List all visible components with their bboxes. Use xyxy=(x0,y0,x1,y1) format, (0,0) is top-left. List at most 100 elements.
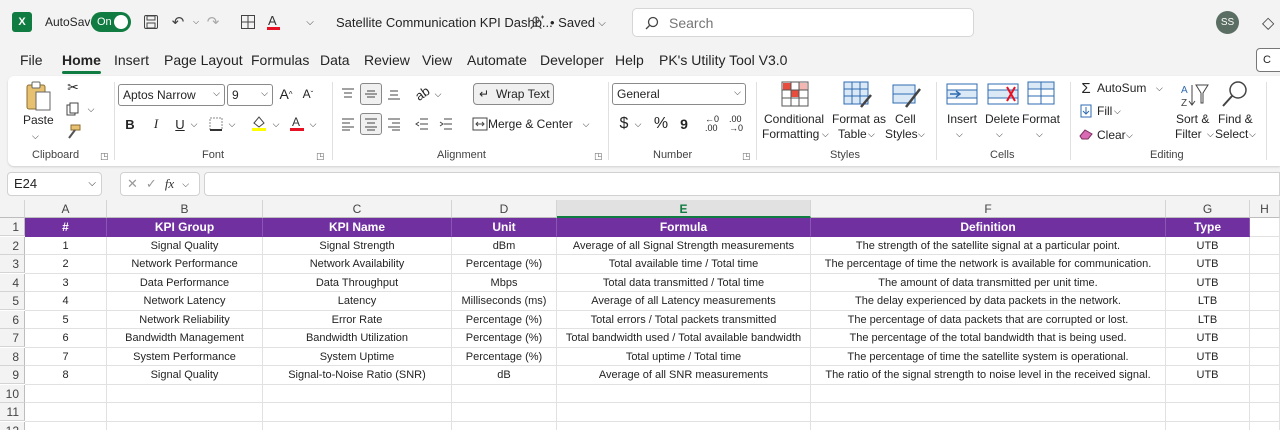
tab-page-layout[interactable]: Page Layout xyxy=(164,52,243,68)
number-launcher-icon[interactable]: ◳ xyxy=(742,151,751,162)
align-top-icon[interactable] xyxy=(338,84,358,104)
enter-check-icon[interactable]: ✓ xyxy=(146,176,157,192)
font-name-dropdown[interactable]: Aptos Narrow ⌵ xyxy=(118,84,225,106)
cell-styles-dropdown-icon[interactable]: ⌵ xyxy=(918,127,925,142)
table-cell[interactable]: LTB xyxy=(1166,310,1250,329)
increase-font-icon[interactable]: A ^ xyxy=(276,84,296,104)
cell-styles-label-2[interactable]: Styles xyxy=(885,127,918,142)
fill-dropdown-icon[interactable]: ⌵ xyxy=(1114,104,1121,119)
table-cell[interactable] xyxy=(452,384,557,403)
tab-help[interactable]: Help xyxy=(615,52,644,68)
decrease-font-icon[interactable]: Aˇ xyxy=(298,84,318,104)
tab-file[interactable]: File xyxy=(20,52,43,68)
customize-toolbar-icon[interactable]: ⌵ xyxy=(300,12,320,32)
table-header-cell[interactable]: Formula xyxy=(557,218,811,237)
column-header-b[interactable]: B xyxy=(107,200,263,218)
table-cell[interactable] xyxy=(263,403,452,422)
decrease-decimal-icon[interactable]: .00 →0 xyxy=(726,114,746,134)
table-cell[interactable]: The percentage of time the network is av… xyxy=(811,255,1166,274)
table-cell[interactable]: Total errors / Total packets transmitted xyxy=(557,310,811,329)
column-header-d[interactable]: D xyxy=(452,200,557,218)
find-select-dropdown-icon[interactable]: ⌵ xyxy=(1249,127,1256,142)
row-header-2[interactable]: 2 xyxy=(0,236,25,255)
table-cell[interactable]: Network Availability xyxy=(263,255,452,274)
number-format-dropdown[interactable]: General ⌵ xyxy=(612,83,746,105)
table-cell[interactable] xyxy=(263,384,452,403)
table-cell[interactable]: The delay experienced by data packets in… xyxy=(811,292,1166,311)
borders-icon[interactable] xyxy=(238,12,258,32)
table-cell[interactable]: UTB xyxy=(1166,329,1250,348)
conditional-formatting-label-2[interactable]: Formatting xyxy=(762,127,819,142)
delete-cells-icon[interactable] xyxy=(987,81,1019,111)
increase-indent-icon[interactable] xyxy=(436,114,456,134)
table-header-cell[interactable]: Definition xyxy=(811,218,1166,237)
search-input[interactable] xyxy=(669,14,949,31)
row-header-7[interactable]: 7 xyxy=(0,329,25,347)
align-middle-icon[interactable] xyxy=(360,83,382,105)
row-header-3[interactable]: 3 xyxy=(0,255,25,273)
premium-diamond-icon[interactable]: ◇ xyxy=(1262,13,1274,33)
borders-dropdown-icon[interactable]: ⌵ xyxy=(226,114,238,134)
table-cell[interactable]: Signal Strength xyxy=(263,236,452,255)
delete-dropdown-icon[interactable]: ⌵ xyxy=(996,127,1003,142)
table-cell[interactable]: Average of all SNR measurements xyxy=(557,366,811,385)
decrease-indent-icon[interactable] xyxy=(412,114,432,134)
table-cell[interactable]: The ratio of the signal strength to nois… xyxy=(811,366,1166,385)
borders-icon[interactable] xyxy=(206,114,226,134)
sort-filter-label[interactable]: Sort & xyxy=(1176,112,1209,127)
cell-styles-label[interactable]: Cell xyxy=(895,112,916,127)
conditional-formatting-icon[interactable] xyxy=(781,81,811,111)
insert-cells-icon[interactable] xyxy=(946,81,978,111)
table-cell[interactable]: Signal-to-Noise Ratio (SNR) xyxy=(263,366,452,385)
table-cell[interactable]: 6 xyxy=(25,329,107,348)
table-cell[interactable] xyxy=(1166,421,1250,430)
table-cell[interactable] xyxy=(1250,403,1280,422)
column-header-h[interactable]: H xyxy=(1250,200,1280,218)
delete-cells-label[interactable]: Delete xyxy=(985,112,1020,127)
italic-button[interactable]: I xyxy=(146,114,166,134)
table-cell[interactable]: 8 xyxy=(25,366,107,385)
table-header-cell[interactable]: # xyxy=(25,218,107,237)
table-cell[interactable] xyxy=(107,384,263,403)
table-cell[interactable]: Latency xyxy=(263,292,452,311)
autosave-toggle[interactable]: On xyxy=(91,12,131,32)
row-header-6[interactable]: 6 xyxy=(0,310,25,329)
table-cell[interactable] xyxy=(1250,329,1280,348)
tab-pk-utility-tool[interactable]: PK's Utility Tool V3.0 xyxy=(659,52,787,68)
underline-button[interactable]: U xyxy=(170,114,190,134)
conditional-formatting-dropdown-icon[interactable]: ⌵ xyxy=(822,127,829,142)
table-cell[interactable] xyxy=(1250,421,1280,430)
merge-dropdown-icon[interactable]: ⌵ xyxy=(580,114,592,134)
avatar[interactable]: SS xyxy=(1216,11,1239,34)
table-cell[interactable] xyxy=(1250,310,1280,329)
table-cell[interactable] xyxy=(557,421,811,430)
table-header-cell[interactable]: Unit xyxy=(452,218,557,237)
table-cell[interactable] xyxy=(1250,292,1280,311)
column-header-a[interactable]: A xyxy=(25,200,107,218)
insert-function-icon[interactable]: fx xyxy=(165,176,174,192)
comments-button[interactable]: C xyxy=(1256,48,1280,72)
table-cell[interactable] xyxy=(811,421,1166,430)
table-cell[interactable]: 1 xyxy=(25,236,107,255)
sort-filter-label-2[interactable]: Filter xyxy=(1175,127,1202,142)
table-cell[interactable] xyxy=(1250,366,1280,385)
table-cell[interactable]: Data Throughput xyxy=(263,273,452,292)
copy-icon[interactable] xyxy=(64,100,82,118)
name-box[interactable]: E24 ⌵ xyxy=(7,172,102,196)
table-cell[interactable]: Milliseconds (ms) xyxy=(452,292,557,311)
table-cell[interactable] xyxy=(811,384,1166,403)
table-cell[interactable]: Bandwidth Management xyxy=(107,329,263,348)
align-right-icon[interactable] xyxy=(384,114,404,134)
increase-decimal-icon[interactable]: ←0.00 xyxy=(702,114,722,134)
table-cell[interactable]: Percentage (%) xyxy=(452,347,557,366)
table-cell[interactable]: Percentage (%) xyxy=(452,329,557,348)
table-cell[interactable]: Total available time / Total time xyxy=(557,255,811,274)
table-cell[interactable]: The amount of data transmitted per unit … xyxy=(811,273,1166,292)
align-center-icon[interactable] xyxy=(360,113,382,135)
row-header-4[interactable]: 4 xyxy=(0,273,25,292)
table-cell[interactable]: Percentage (%) xyxy=(452,310,557,329)
table-cell[interactable]: Average of all Signal Strength measureme… xyxy=(557,236,811,255)
tab-automate[interactable]: Automate xyxy=(467,52,527,68)
fill-color-icon[interactable] xyxy=(248,112,270,134)
table-cell[interactable] xyxy=(107,403,263,422)
